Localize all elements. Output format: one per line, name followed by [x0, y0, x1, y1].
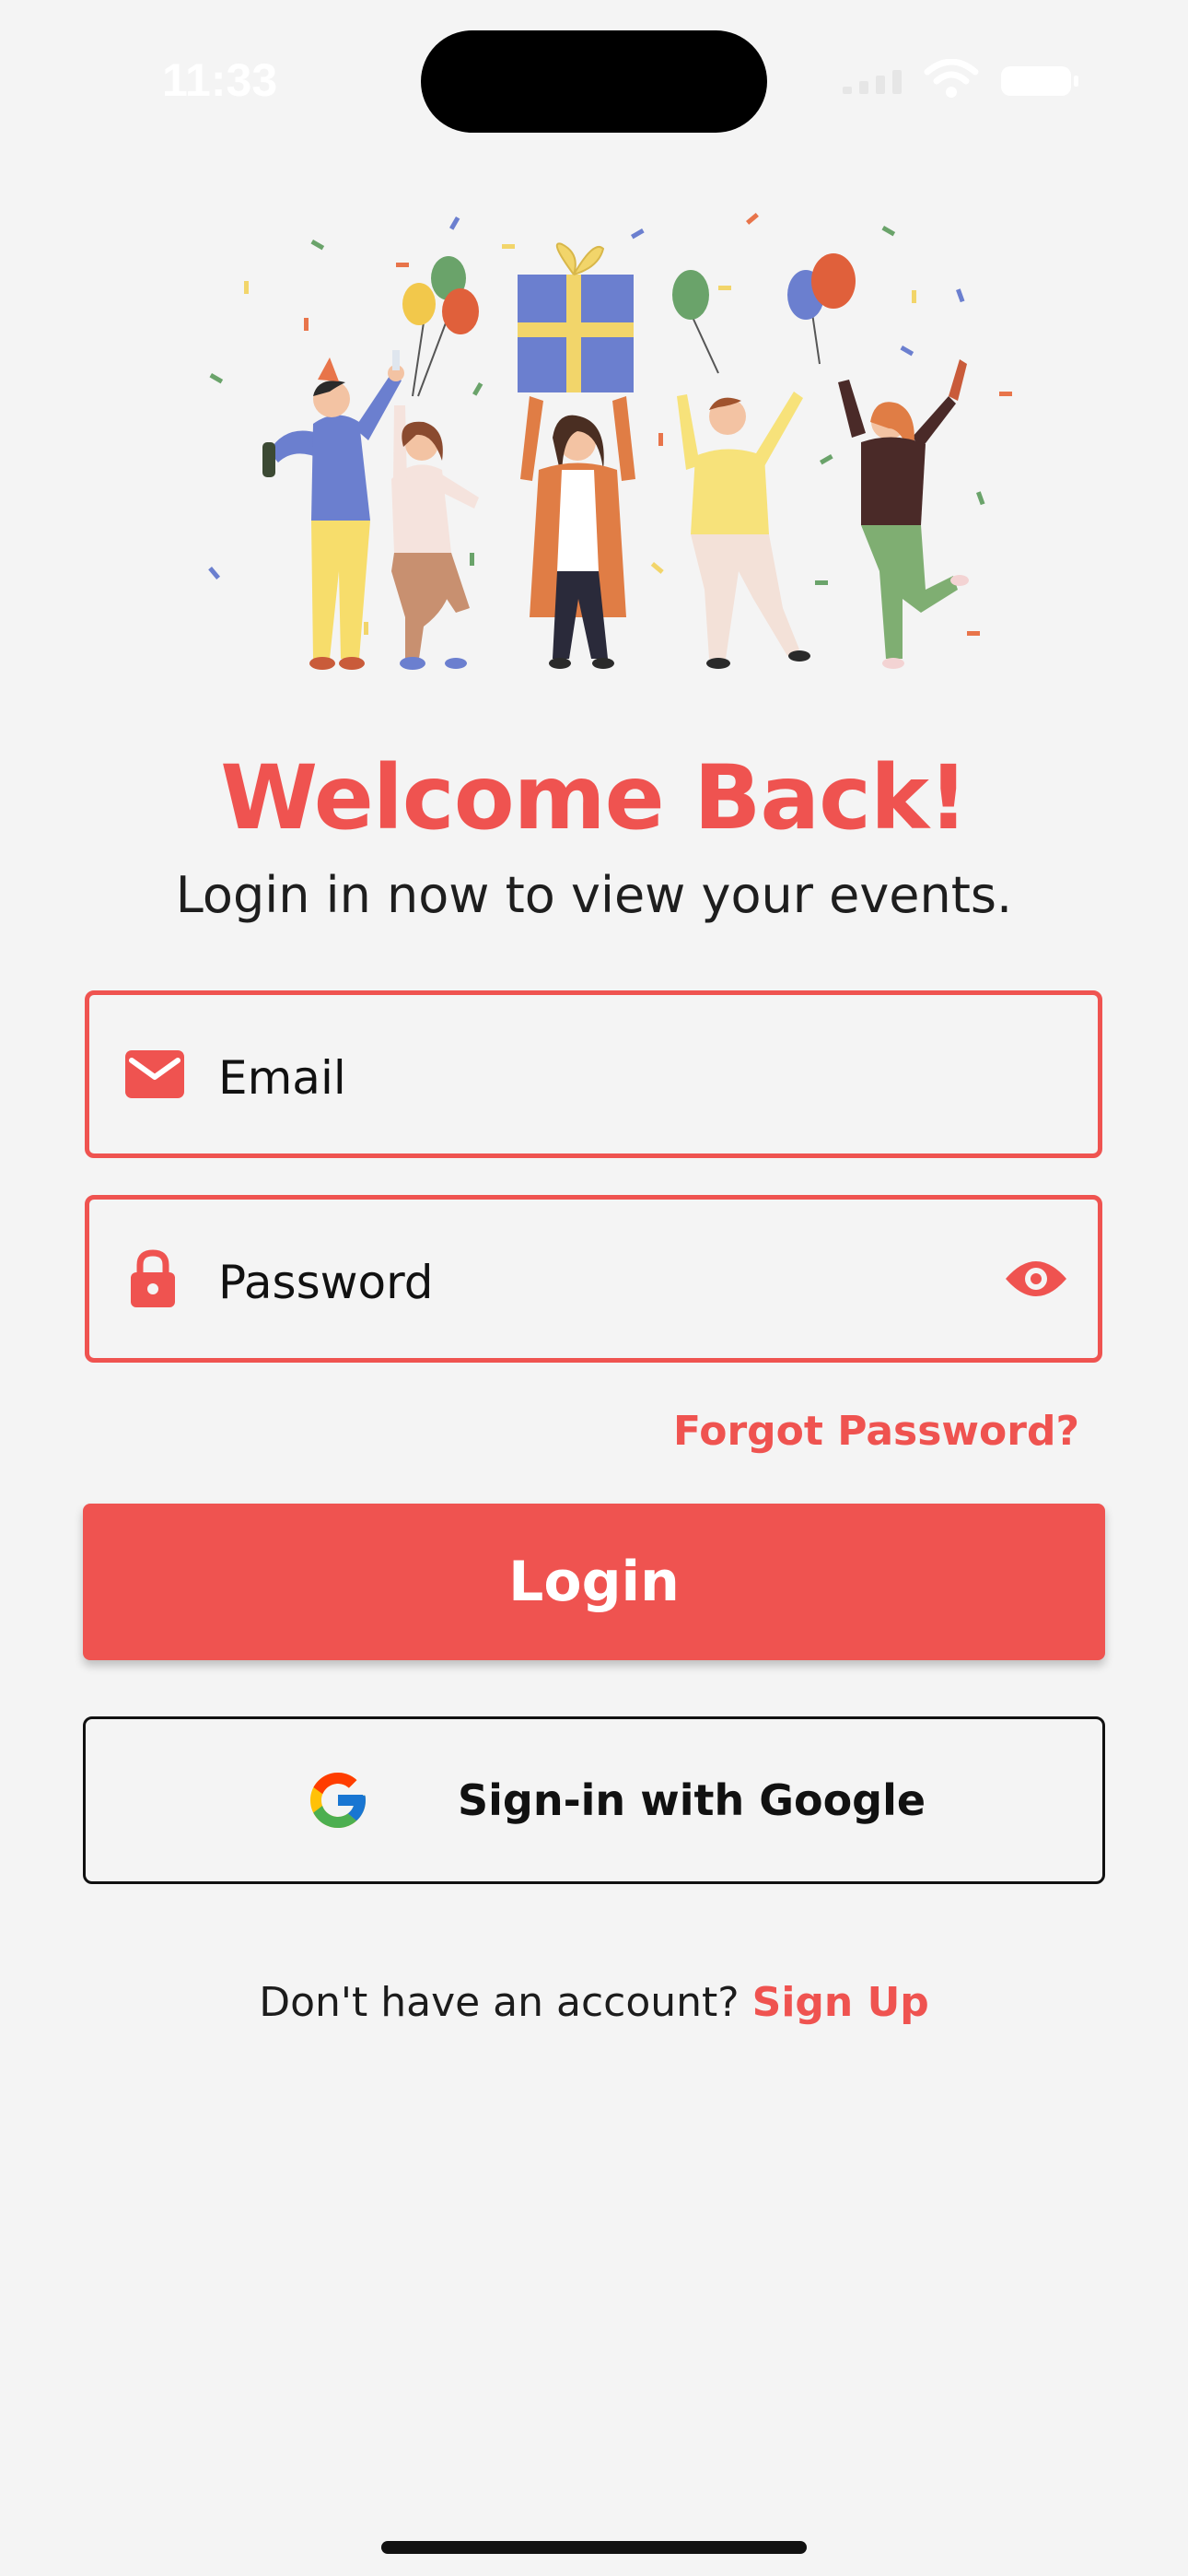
signup-row: Don't have an account? Sign Up [0, 1979, 1188, 2026]
person-4 [677, 392, 810, 669]
status-icons [833, 57, 1091, 103]
eye-icon[interactable] [1004, 1257, 1068, 1301]
gift-box [518, 242, 634, 392]
google-signin-button[interactable]: Sign-in with Google [83, 1716, 1105, 1884]
signup-link[interactable]: Sign Up [752, 1979, 929, 2026]
page-subtitle: Login in now to view your events. [175, 866, 1013, 924]
lock-icon [131, 1249, 175, 1307]
home-indicator[interactable] [381, 2541, 807, 2554]
battery-icon [1001, 66, 1078, 96]
balloons-left [402, 256, 479, 397]
wifi-icon [924, 59, 979, 98]
forgot-password-link[interactable]: Forgot Password? [673, 1408, 1079, 1455]
person-5 [838, 359, 969, 669]
signup-prompt: Don't have an account? [259, 1979, 740, 2026]
party-illustration [208, 213, 1012, 670]
page-title: Welcome Back! [220, 746, 968, 849]
person-1 [262, 350, 404, 670]
status-time: 11:33 [162, 54, 278, 106]
balloons-right [672, 253, 856, 374]
mail-icon [125, 1050, 184, 1098]
email-input[interactable] [218, 1032, 955, 1124]
person-2 [391, 405, 479, 670]
dynamic-island [421, 30, 767, 133]
signal-icon [843, 70, 902, 94]
password-field[interactable] [85, 1195, 1102, 1363]
person-3 [520, 396, 635, 669]
google-icon [310, 1773, 366, 1828]
password-input[interactable] [218, 1236, 955, 1329]
google-signin-label: Sign-in with Google [458, 1775, 926, 1825]
login-button[interactable]: Login [83, 1504, 1105, 1660]
email-field[interactable] [85, 990, 1102, 1158]
